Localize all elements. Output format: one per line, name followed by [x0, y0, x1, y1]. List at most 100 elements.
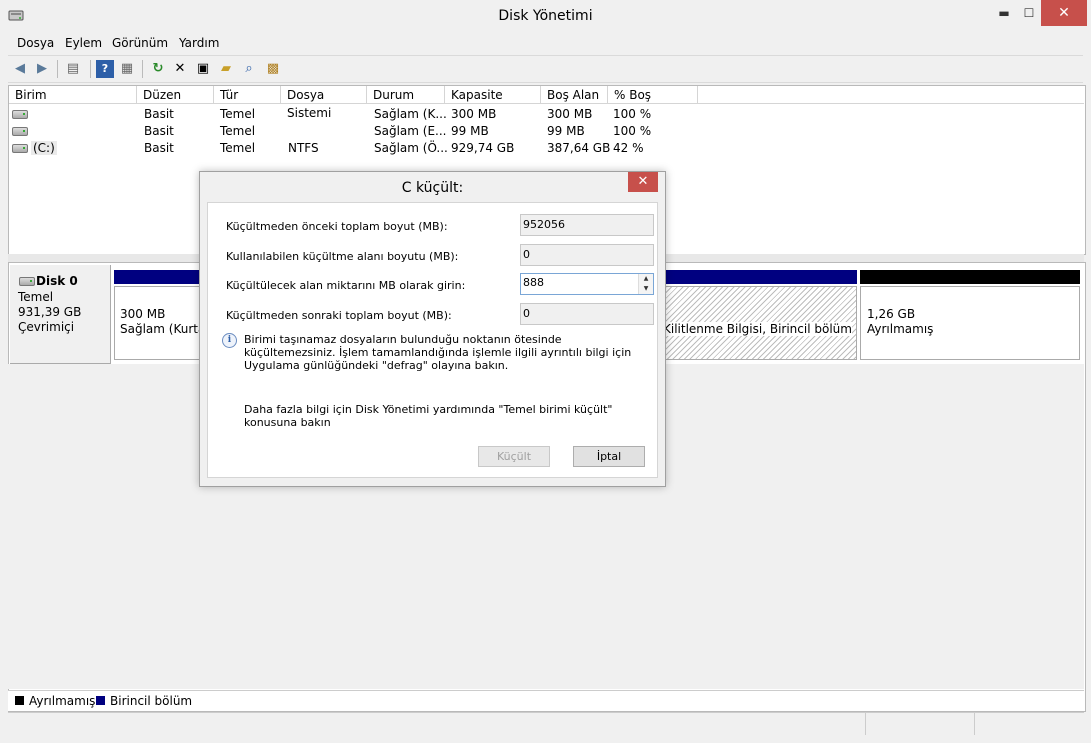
cell-tur: Temel — [220, 124, 256, 138]
disk-0-label[interactable]: Disk 0 Temel 931,39 GB Çevrimiçi — [10, 265, 111, 364]
toolbar-separator — [142, 60, 143, 78]
properties-pane-icon[interactable]: ▦ — [118, 60, 136, 78]
cell-durum: Sağlam (Ö... — [374, 141, 448, 155]
disk-name: Disk 0 — [36, 274, 78, 288]
menu-gorunum[interactable]: Görünüm — [112, 36, 168, 50]
primary-partition-bar — [114, 270, 200, 284]
primary-partition-bar — [660, 270, 857, 284]
close-button[interactable]: ✕ — [1041, 0, 1087, 26]
window-title: Disk Yönetimi — [498, 8, 593, 24]
partition-unallocated[interactable]: 1,26 GB Ayrılmamış — [860, 270, 1080, 360]
column-header-dosya-sistemi[interactable]: Dosya Sistemi — [281, 86, 367, 120]
partition-size: 1,26 GB — [867, 307, 916, 321]
cell-yuzde-bos: 100 % — [613, 107, 652, 121]
help-icon[interactable]: ? — [96, 60, 114, 78]
refresh-icon[interactable]: ↻ — [149, 60, 167, 78]
cell-yuzde-bos: 100 % — [613, 124, 652, 138]
back-arrow-icon[interactable]: ◀ — [11, 60, 29, 78]
menu-dosya[interactable]: Dosya — [17, 36, 54, 50]
cancel-button[interactable]: İptal — [573, 446, 645, 467]
available-shrink-field: 0 — [520, 244, 654, 266]
info-icon: i — [222, 333, 237, 348]
total-after-label: Küçültmeden sonraki toplam boyut (MB): — [226, 309, 452, 322]
search-icon[interactable]: ⌕ — [240, 60, 258, 78]
cell-bos-alan: 300 MB — [547, 107, 593, 121]
help-text: Daha fazla bilgi için Disk Yönetimi yard… — [244, 403, 613, 429]
cell-duzen: Basit — [144, 107, 174, 121]
status-separator — [974, 713, 975, 735]
total-before-field: 952056 — [520, 214, 654, 236]
legend-unallocated-label: Ayrılmamış — [29, 694, 96, 708]
dialog-close-button[interactable]: ✕ — [628, 172, 658, 192]
partition-body-selected: Kilitlenme Bilgisi, Birincil bölüm — [660, 286, 857, 360]
column-header-yuzde-bos[interactable]: % Boş — [608, 86, 698, 104]
forward-arrow-icon[interactable]: ▶ — [33, 60, 51, 78]
column-header-birim[interactable]: Birim — [9, 86, 137, 104]
dialog-content: Küçültmeden önceki toplam boyut (MB): 95… — [207, 202, 658, 478]
disk-icon — [19, 277, 35, 286]
spin-down-icon[interactable]: ▼ — [638, 284, 653, 294]
partition-desc: Kilitlenme Bilgisi, Birincil bölüm — [663, 322, 852, 336]
drive-icon — [12, 144, 28, 153]
cell-bos-alan: 99 MB — [547, 124, 585, 138]
cell-tur: Temel — [220, 107, 256, 121]
legend-primary-label: Birincil bölüm — [110, 694, 193, 708]
cell-durum: Sağlam (E... — [374, 124, 447, 138]
partition-recovery[interactable]: 300 MB Sağlam (Kurtar — [114, 270, 200, 360]
cell-kapasite: 300 MB — [451, 107, 497, 121]
toolbar-separator — [57, 60, 58, 78]
settings-icon[interactable]: ▩ — [264, 60, 282, 78]
menu-bar: Dosya Eylem Görünüm Yardım — [8, 33, 1083, 55]
column-header-filler — [698, 86, 1084, 104]
disk-size: 931,39 GB — [18, 305, 82, 319]
menu-yardim[interactable]: Yardım — [179, 36, 219, 50]
cell-duzen: Basit — [144, 141, 174, 155]
drive-icon — [12, 127, 28, 136]
cell-yuzde-bos: 42 % — [613, 141, 644, 155]
drive-icon — [12, 110, 28, 119]
shrink-dialog: C küçült: ✕ Küçültmeden önceki toplam bo… — [199, 171, 666, 487]
legend-unallocated-swatch — [15, 696, 24, 705]
info-text: Birimi taşınamaz dosyaların bulunduğu no… — [244, 333, 632, 372]
disk-status: Çevrimiçi — [18, 320, 75, 334]
maximize-button[interactable]: ☐ — [1018, 0, 1040, 26]
column-header-tur[interactable]: Tür — [214, 86, 281, 104]
partition-c[interactable]: Kilitlenme Bilgisi, Birincil bölüm — [660, 270, 857, 360]
legend: Ayrılmamış Birincil bölüm — [8, 690, 1084, 711]
table-row[interactable]: (C:) Basit Temel NTFS Sağlam (Ö... 929,7… — [9, 140, 1085, 157]
console-tree-icon[interactable]: ▤ — [64, 60, 82, 78]
column-header-bos-alan[interactable]: Boş Alan — [541, 86, 608, 104]
shrink-button[interactable]: Küçült — [478, 446, 550, 467]
cell-durum: Sağlam (K... — [374, 107, 447, 121]
unallocated-bar — [860, 270, 1080, 284]
dialog-title: C küçült: — [401, 180, 464, 196]
minimize-button[interactable]: ▬ — [990, 0, 1018, 26]
column-header-duzen[interactable]: Düzen — [137, 86, 214, 104]
cell-kapasite: 99 MB — [451, 124, 489, 138]
shrink-amount-label: Küçültülecek alan miktarını MB olarak gi… — [226, 279, 466, 292]
legend-primary-swatch — [96, 696, 105, 705]
disk-type: Temel — [18, 290, 54, 304]
table-row[interactable]: Basit Temel Sağlam (K... 300 MB 300 MB 1… — [9, 106, 1085, 123]
partition-desc: Sağlam (Kurtar — [120, 322, 200, 336]
toolbar-separator — [90, 60, 91, 78]
cell-dosya-sistemi: NTFS — [288, 141, 319, 155]
table-row[interactable]: Basit Temel Sağlam (E... 99 MB 99 MB 100… — [9, 123, 1085, 140]
toolbar: ◀ ▶ ▤ ? ▦ ↻ ✕ ▣ ▰ ⌕ ▩ — [8, 55, 1083, 83]
status-bar — [8, 712, 1084, 735]
properties-icon[interactable]: ▣ — [194, 60, 212, 78]
spin-up-icon[interactable]: ▲ — [638, 274, 653, 284]
column-header-kapasite[interactable]: Kapasite — [445, 86, 541, 104]
partition-desc: Ayrılmamış — [867, 322, 934, 336]
open-folder-icon[interactable]: ▰ — [217, 60, 235, 78]
column-header-durum[interactable]: Durum — [367, 86, 445, 104]
partition-body: 300 MB Sağlam (Kurtar — [114, 286, 200, 360]
total-after-field: 0 — [520, 303, 654, 325]
menu-eylem[interactable]: Eylem — [65, 36, 102, 50]
status-separator — [865, 713, 866, 735]
cell-duzen: Basit — [144, 124, 174, 138]
partition-size: 300 MB — [120, 307, 166, 321]
delete-icon[interactable]: ✕ — [171, 60, 189, 78]
cell-tur: Temel — [220, 141, 256, 155]
shrink-amount-input[interactable]: 888 — [520, 273, 654, 295]
